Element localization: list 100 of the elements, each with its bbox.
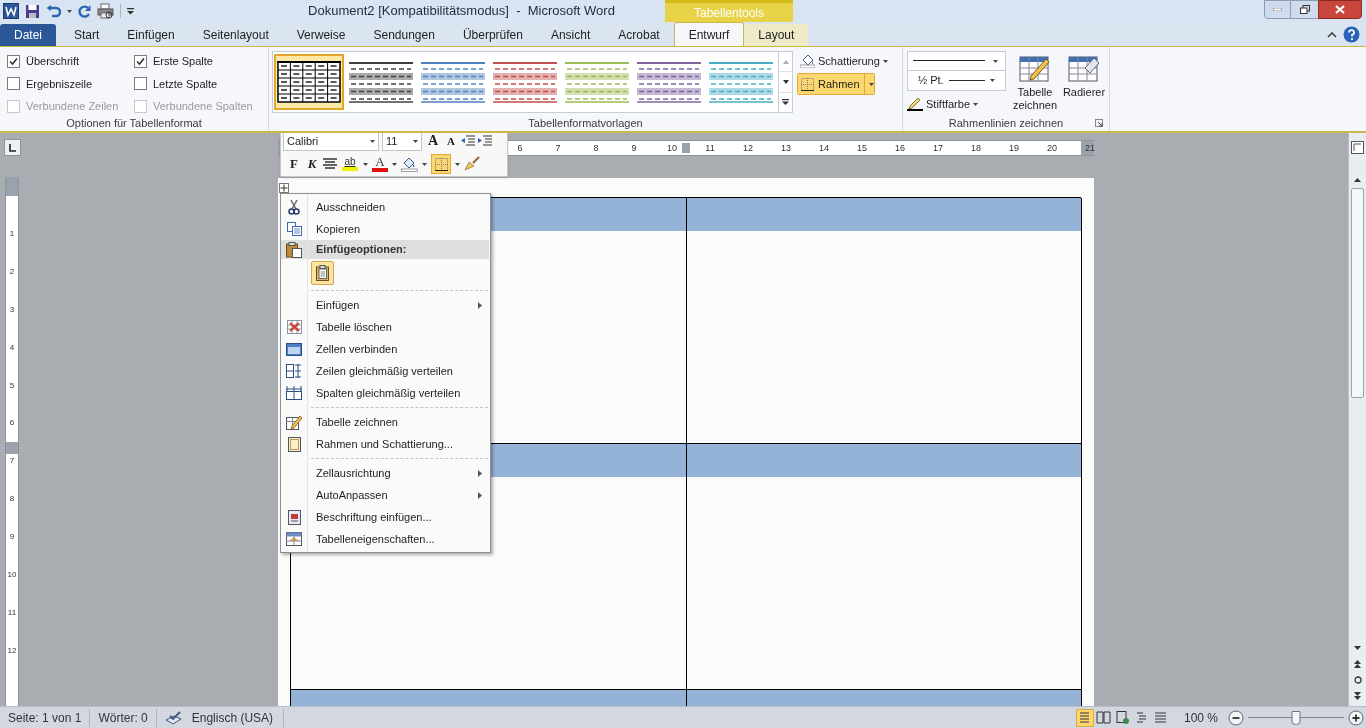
ribbon-tab[interactable]: Überprüfen (448, 24, 537, 46)
increase-indent-icon[interactable] (478, 135, 492, 147)
save-icon[interactable] (25, 3, 40, 19)
ribbon-tab[interactable]: Entwurf (673, 22, 745, 46)
close-button[interactable] (1318, 0, 1362, 19)
ruler-number: 9 (631, 142, 637, 154)
borders-button[interactable] (431, 154, 451, 174)
web-layout-button[interactable] (1113, 708, 1132, 727)
page-count[interactable]: Seite: 1 von 1 (0, 708, 90, 727)
group-label: Rahmenlinien zeichnen (948, 115, 1064, 131)
borders-button[interactable]: Rahmen (797, 73, 875, 95)
menu-item[interactable]: Zellausrichtung (281, 462, 490, 484)
paste-option-button[interactable] (311, 261, 334, 285)
ribbon-tab[interactable]: Acrobat (604, 24, 674, 46)
reading-view-button[interactable] (1094, 708, 1113, 727)
help-icon[interactable] (1343, 25, 1360, 43)
redo-icon[interactable] (78, 4, 91, 18)
printer-icon[interactable] (97, 3, 114, 19)
left-tab-icon (9, 143, 16, 152)
ribbon-tab[interactable]: Verweise (282, 24, 360, 46)
caret-icon (370, 139, 375, 143)
zoom-in-icon[interactable] (1348, 709, 1364, 726)
shrink-font-button[interactable]: A (444, 133, 458, 149)
merge-cells-icon (286, 342, 302, 356)
ribbon-tab[interactable]: Start (60, 24, 114, 46)
menu-item[interactable]: Beschriftung einfügen... (281, 506, 490, 528)
ruler-number: 2 (8, 267, 16, 276)
ruler-number: 21 (1085, 142, 1095, 154)
grow-font-button[interactable]: A (425, 133, 441, 149)
ruler-number: 6 (8, 419, 16, 428)
menu-item[interactable]: Tabelle zeichnen (281, 411, 490, 433)
ribbon-tab[interactable]: Datei (0, 24, 56, 46)
table-pencil-icon (286, 414, 302, 430)
ribbon-tab[interactable]: Ansicht (536, 24, 605, 46)
print-layout-button[interactable] (1075, 708, 1094, 727)
checkbox[interactable] (7, 55, 20, 69)
menu-item[interactable]: Zeilen gleichmäßig verteilen (281, 360, 490, 382)
checkbox[interactable] (134, 55, 147, 69)
tab-selector-button[interactable] (4, 139, 21, 156)
paint-bucket-icon[interactable] (401, 156, 418, 172)
menu-item[interactable]: Zellen verbinden (281, 338, 490, 360)
expand-icon (782, 99, 789, 106)
zoom-slider[interactable] (1248, 710, 1344, 725)
word-count[interactable]: Wörter: 0 (90, 708, 156, 727)
zoom-slider-thumb[interactable] (1291, 710, 1301, 725)
shading-button[interactable]: Schattierung (797, 51, 891, 71)
language-button[interactable]: Englisch (USA) (189, 708, 284, 727)
close-icon (1335, 5, 1345, 14)
highlight-button[interactable]: ab (341, 157, 359, 171)
menu-item[interactable]: Ausschneiden (281, 196, 490, 218)
ruler-icon (1351, 140, 1364, 154)
center-align-icon[interactable] (323, 158, 337, 170)
collapse-ribbon-icon[interactable] (1327, 30, 1337, 38)
view-icon (1096, 710, 1112, 725)
ruler-number: 19 (1009, 142, 1019, 154)
ribbon-tab[interactable]: Seitenlayout (188, 24, 283, 46)
zoom-level[interactable]: 100 % (1183, 708, 1218, 727)
menu-item[interactable]: AutoAnpassen (281, 484, 490, 506)
line-style-dropdown[interactable] (907, 51, 1006, 71)
font-name-field[interactable]: Calibri (283, 133, 379, 151)
row-marker[interactable] (6, 442, 18, 454)
brush-icon[interactable] (464, 156, 480, 172)
distribute-columns-icon (286, 386, 302, 400)
undo-icon[interactable] (46, 4, 61, 18)
caret-icon (67, 9, 72, 13)
up-arrow-icon (782, 59, 789, 64)
line-weight-dropdown[interactable]: ½ Pt. (907, 71, 1006, 91)
menu-item[interactable]: Kopieren (281, 218, 490, 240)
ribbon-tab[interactable]: Einfügen (113, 24, 189, 46)
column-marker[interactable] (682, 143, 690, 153)
bold-button[interactable]: F (287, 154, 301, 174)
font-color-button[interactable]: A (372, 156, 388, 172)
menu-item[interactable]: Rahmen und Schattierung... (281, 433, 490, 455)
table-style-thumbnail[interactable] (274, 54, 344, 110)
ruler-number: 10 (6, 571, 18, 579)
draw-table-button[interactable]: Tabelle zeichnen (1011, 50, 1059, 114)
scroll-thumb[interactable] (1351, 188, 1364, 398)
submenu-arrow-icon (478, 491, 482, 499)
dialog-launcher-icon[interactable] (1095, 119, 1103, 127)
italic-button[interactable]: K (305, 154, 319, 174)
menu-item[interactable]: Einfügen (281, 294, 490, 316)
checkbox[interactable] (134, 77, 147, 91)
app-icon[interactable] (3, 3, 19, 19)
ribbon-tab[interactable]: Layout (744, 24, 809, 46)
customize-icon[interactable] (127, 7, 134, 15)
pen-color-button[interactable]: Stiftfarbe (907, 94, 1006, 114)
table-move-handle-icon[interactable] (279, 183, 289, 193)
font-size-field[interactable]: 11 (382, 133, 422, 151)
menu-item[interactable]: Spalten gleichmäßig verteilen (281, 382, 490, 404)
menu-item[interactable]: Tabelleneigenschaften... (281, 528, 490, 550)
menu-item[interactable]: Tabelle löschen (281, 316, 490, 338)
ruler-number: 14 (819, 142, 829, 154)
decrease-indent-icon[interactable] (461, 135, 475, 147)
eraser-button[interactable]: Radierer (1059, 50, 1109, 114)
group-label: Optionen für Tabellenformat (66, 115, 202, 131)
restore-button[interactable] (1291, 0, 1318, 19)
double-up-arrow-icon (1354, 660, 1361, 668)
ribbon-tab[interactable]: Sendungen (359, 24, 449, 46)
checkbox[interactable] (7, 77, 20, 91)
zoom-out-icon[interactable] (1228, 709, 1244, 726)
